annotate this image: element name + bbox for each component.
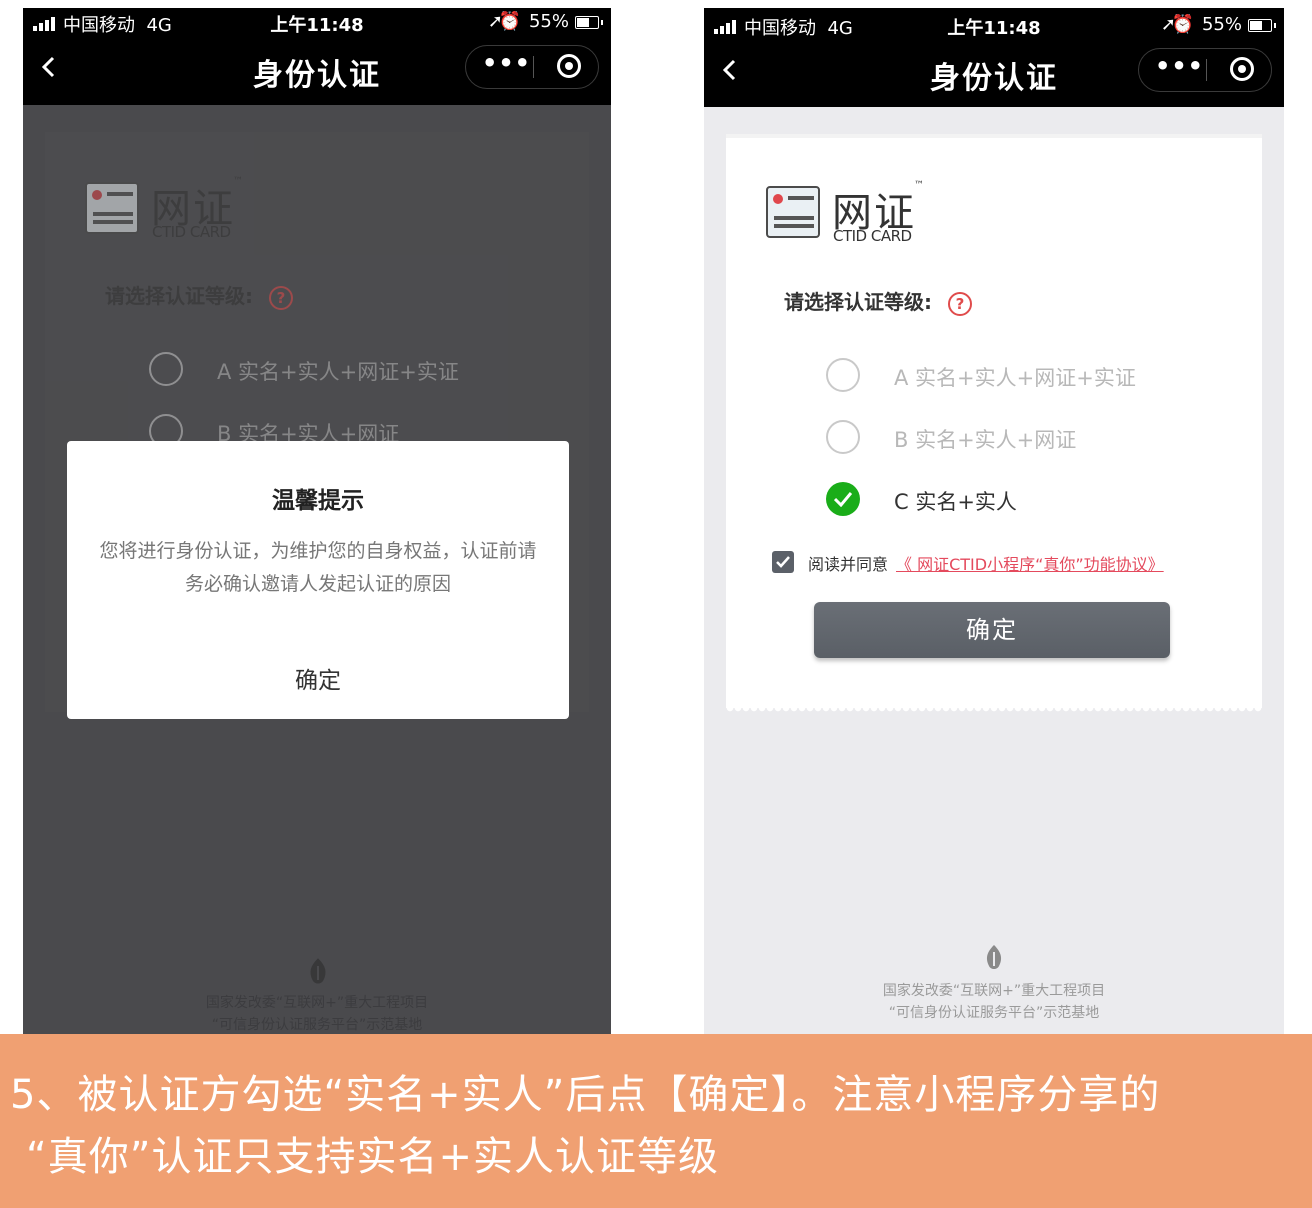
dialog-title: 温馨提示 [272,488,364,514]
alarm-icon: ⏰ [1171,14,1194,35]
radio-checked-icon[interactable] [826,482,860,516]
option-c-label: C 实名+实人 [894,490,1017,514]
footer-text: 国家发改委“互联网+”重大工程项目 “可信身份认证服务平台”示范基地 [704,980,1284,1024]
shield-logo-icon [986,945,1002,969]
nav-bar: 身份认证 ••• [23,36,611,102]
verification-card: 网证™ CTID CARD 请选择认证等级:? A 实名+实人+网证+实证 B … [726,134,1262,714]
left-phone-screen: 中国移动 4G 上午11:48 ➚ ⏰ 55% 身份认证 ••• 网证™ CTI… [23,8,611,1034]
checkbox-checked-icon[interactable] [772,551,794,573]
footer-line-2: “可信身份认证服务平台”示范基地 [211,1017,423,1033]
footer-line-2: “可信身份认证服务平台”示范基地 [888,1005,1100,1021]
option-a[interactable]: A 实名+实人+网证+实证 [149,350,569,390]
battery-icon [575,16,603,29]
status-time: 上午11:48 [947,18,1041,39]
option-a-label: A 实名+实人+网证+实证 [217,360,459,384]
radio-unchecked-icon[interactable] [826,420,860,454]
battery-icon [1248,19,1276,32]
footer-line-1: 国家发改委“互联网+”重大工程项目 [205,995,429,1011]
agreement-link[interactable]: 《 网证CTID小程序“真你”功能协议》 [896,551,1164,575]
ctid-logo: 网证™ CTID CARD [766,180,966,252]
logo-subtitle: CTID CARD [833,227,912,245]
more-dots-icon[interactable]: ••• [1155,54,1203,81]
target-circle-icon[interactable] [1230,57,1254,81]
ctid-logo: 网证™ CTID CARD [85,176,285,248]
status-bar: 中国移动 4G 上午11:48 ➚ ⏰ 55% [23,10,611,36]
help-icon[interactable]: ? [269,285,293,310]
dialog-body: 您将进行身份认证，为维护您的自身权益，认证前请务必确认邀请人发起认证的原因 [99,540,537,595]
footer-line-1: 国家发改委“互联网+”重大工程项目 [882,983,1106,999]
agree-prefix: 阅读并同意 [808,555,889,574]
help-icon[interactable]: ? [948,291,972,316]
caption-line-1: 5、被认证方勾选“实名+实人”后点【确定】。注意小程序分享的 [10,1072,1161,1118]
mini-program-capsule: ••• [1138,48,1272,92]
dialog-confirm-button[interactable]: 确定 [67,661,569,695]
top-bar: 中国移动 4G 上午11:48 ➚ ⏰ 55% 身份认证 ••• [23,8,611,105]
right-phone-screen: 中国移动 4G 上午11:48 ➚ ⏰ 55% 身份认证 ••• 网证™ CTI… [704,8,1284,1034]
mini-program-capsule: ••• [465,45,599,89]
notice-dialog: 温馨提示 您将进行身份认证，为维护您的自身权益，认证前请务必确认邀请人发起认证的… [67,441,569,719]
option-a-label: A 实名+实人+网证+实证 [894,366,1136,390]
logo-tm: ™ [233,176,245,187]
alarm-icon: ⏰ [498,11,521,32]
caption-band: 5、被认证方勾选“实名+实人”后点【确定】。注意小程序分享的 “真你”认证只支持… [0,1034,1312,1208]
battery-percent: 55% [528,11,569,32]
id-card-icon [766,186,820,238]
option-a[interactable]: A 实名+实人+网证+实证 [826,356,1246,396]
logo-tm: ™ [914,180,926,191]
status-time: 上午11:48 [270,15,364,36]
target-circle-icon[interactable] [557,54,581,78]
nav-bar: 身份认证 ••• [704,39,1284,105]
option-c[interactable]: C 实名+实人 [826,480,1246,520]
status-bar: 中国移动 4G 上午11:48 ➚ ⏰ 55% [704,13,1284,39]
caption-text: 5、被认证方勾选“实名+实人”后点【确定】。注意小程序分享的 “真你”认证只支持… [10,1064,1306,1188]
radio-unchecked-icon[interactable] [149,352,183,386]
top-bar: 中国移动 4G 上午11:48 ➚ ⏰ 55% 身份认证 ••• [704,8,1284,107]
caption-line-2: “真你”认证只支持实名+实人认证等级 [26,1134,719,1180]
battery-percent: 55% [1201,14,1242,35]
level-label: 请选择认证等级:? [105,280,293,310]
confirm-button[interactable]: 确定 [814,602,1170,658]
logo-subtitle: CTID CARD [152,223,231,241]
agreement-row: 阅读并同意 《 网证CTID小程序“真你”功能协议》 [772,550,1212,574]
capsule-divider [1206,59,1207,81]
option-b-label: B 实名+实人+网证 [894,428,1077,452]
id-card-icon [85,182,139,234]
level-label: 请选择认证等级:? [784,286,972,316]
shield-logo-icon [310,958,326,984]
radio-unchecked-icon[interactable] [826,358,860,392]
capsule-divider [533,56,534,78]
footer-text-dimmed: 国家发改委“互联网+”重大工程项目 “可信身份认证服务平台”示范基地 [23,992,611,1034]
option-b[interactable]: B 实名+实人+网证 [826,418,1246,458]
more-dots-icon[interactable]: ••• [482,51,530,78]
